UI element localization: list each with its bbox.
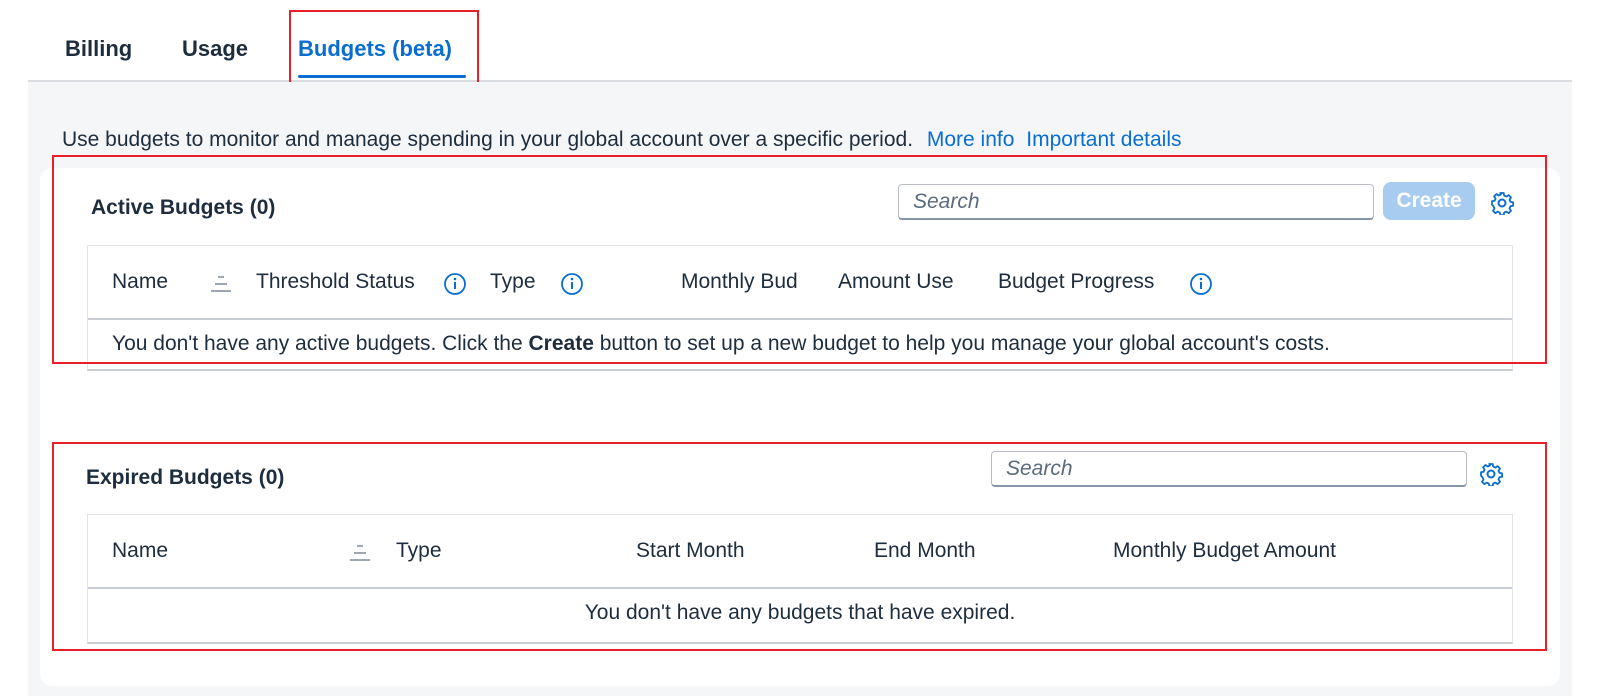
- intro-text: Use budgets to monitor and manage spendi…: [62, 128, 914, 151]
- column-threshold-status[interactable]: Threshold Status: [256, 270, 415, 294]
- active-empty-message: You don't have any active budgets. Click…: [112, 332, 1330, 356]
- empty-text-create: Create: [528, 332, 594, 355]
- column-type[interactable]: Type: [490, 270, 536, 294]
- tab-billing[interactable]: Billing: [65, 36, 132, 62]
- column-start-month[interactable]: Start Month: [636, 539, 745, 563]
- sort-icon[interactable]: [348, 544, 372, 562]
- column-name[interactable]: Name: [112, 539, 168, 563]
- expired-table-header: Name Type Start Month End Month Monthly …: [88, 515, 1512, 589]
- column-name[interactable]: Name: [112, 270, 168, 294]
- expired-budgets-table: Name Type Start Month End Month Monthly …: [87, 514, 1513, 644]
- info-icon[interactable]: [443, 272, 467, 296]
- info-icon[interactable]: [560, 272, 584, 296]
- tab-usage[interactable]: Usage: [182, 36, 248, 62]
- important-details-link[interactable]: Important details: [1026, 128, 1181, 151]
- empty-text-end: button to set up a new budget to help yo…: [593, 332, 1330, 355]
- active-search-input[interactable]: Search: [898, 184, 1374, 220]
- info-icon[interactable]: [1189, 272, 1213, 296]
- column-monthly-budget-amount[interactable]: Monthly Budget Amount: [1113, 539, 1336, 563]
- empty-text-start: You don't have any active budgets. Click…: [112, 332, 529, 355]
- gear-icon[interactable]: [1490, 191, 1514, 215]
- expired-budgets-title: Expired Budgets (0): [86, 466, 285, 489]
- sort-icon[interactable]: [209, 275, 233, 293]
- column-type[interactable]: Type: [396, 539, 442, 563]
- more-info-link[interactable]: More info: [927, 128, 1015, 151]
- column-end-month[interactable]: End Month: [874, 539, 976, 563]
- active-budgets-table: Name Threshold Status Type Monthly Bud A…: [87, 245, 1513, 371]
- expired-empty-message: You don't have any budgets that have exp…: [584, 601, 1016, 624]
- create-button[interactable]: Create: [1383, 182, 1475, 220]
- column-amount-used[interactable]: Amount Use­: [838, 270, 954, 294]
- intro-text-line: Use budgets to monitor and manage spendi…: [62, 128, 1182, 152]
- active-table-header: Name Threshold Status Type Monthly Bud A…: [88, 246, 1512, 320]
- expired-search-input[interactable]: Search: [991, 451, 1467, 487]
- active-budgets-title: Active Budgets (0): [91, 196, 276, 219]
- column-budget-progress[interactable]: Budget Progress: [998, 270, 1154, 294]
- column-monthly-budget[interactable]: Monthly Bud: [681, 270, 798, 294]
- tab-bar: [28, 0, 1572, 82]
- gear-icon[interactable]: [1479, 462, 1503, 486]
